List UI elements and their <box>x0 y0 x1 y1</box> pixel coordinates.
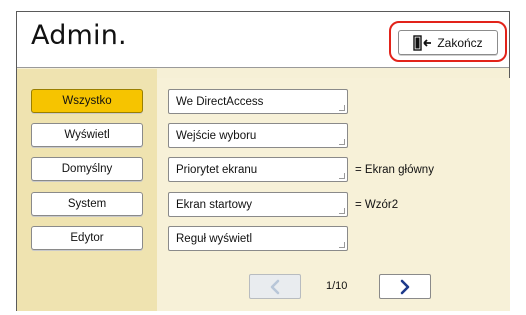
next-page-button[interactable] <box>379 274 431 299</box>
item-corner-mark <box>339 242 345 248</box>
page-indicator: 1/10 <box>326 280 348 292</box>
chevron-right-icon <box>400 279 410 294</box>
startup-screen-value: = Wzór2 <box>355 199 399 211</box>
exit-door-icon <box>413 34 432 51</box>
item-corner-mark <box>339 208 345 214</box>
header-bar: Admin. Zakończ <box>17 12 509 68</box>
category-display[interactable]: Wyświetl <box>31 123 143 147</box>
category-editor[interactable]: Edytor <box>31 226 143 250</box>
item-corner-mark <box>339 105 345 111</box>
setting-display-rules[interactable]: Reguł wyświetl <box>168 226 348 251</box>
admin-screen: Admin. Zakończ Wszystko Wyświetl Domyśln… <box>16 11 510 311</box>
item-corner-mark <box>339 173 345 179</box>
category-all[interactable]: Wszystko <box>31 89 143 113</box>
page-title: Admin. <box>31 20 127 51</box>
setting-screen-priority[interactable]: Priorytet ekranu <box>168 157 348 182</box>
prev-page-button[interactable] <box>249 274 301 299</box>
setting-startup-screen[interactable]: Ekran startowy <box>168 192 348 217</box>
setting-selection-entry[interactable]: Wejście wyboru <box>168 123 348 148</box>
setting-directaccess[interactable]: We DirectAccess <box>168 89 348 114</box>
chevron-left-icon <box>270 279 280 294</box>
category-system[interactable]: System <box>31 192 143 216</box>
screen-priority-value: = Ekran główny <box>355 164 434 176</box>
exit-button-label: Zakończ <box>437 35 483 50</box>
exit-button[interactable]: Zakończ <box>398 30 498 55</box>
exit-highlight: Zakończ <box>389 21 507 62</box>
category-default[interactable]: Domyślny <box>31 157 143 181</box>
item-corner-mark <box>339 139 345 145</box>
